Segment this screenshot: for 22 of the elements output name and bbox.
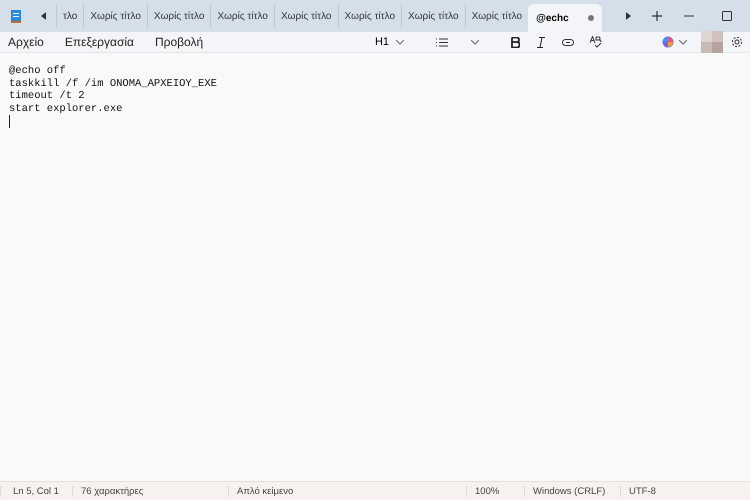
characters-status: 76 χαρακτήρες xyxy=(72,486,228,496)
tab[interactable]: Χωρίς τίτλο xyxy=(83,4,147,28)
code-line: timeout /t 2 xyxy=(9,90,85,102)
menu-item[interactable]: Επεξεργασία xyxy=(64,35,134,49)
code-line: start explorer.exe xyxy=(9,102,122,115)
line-endings-status: Windows (CRLF) xyxy=(524,486,620,496)
tab[interactable]: τλο xyxy=(56,4,84,28)
tab[interactable]: @echc xyxy=(528,4,602,32)
tab[interactable]: Χωρίς τίτλο xyxy=(146,4,210,28)
menu-item[interactable]: Αρχείο xyxy=(8,35,44,49)
tab[interactable]: Χωρίς τίτλο xyxy=(210,4,274,28)
heading-dropdown[interactable]: H1 xyxy=(374,36,420,48)
menu-item[interactable]: Προβολή xyxy=(154,35,204,49)
position-status: Ln 5, Col 1 xyxy=(0,486,72,496)
tab[interactable]: Χωρίς τίτλο xyxy=(401,4,465,28)
tab[interactable]: Χωρίς τίτλο xyxy=(274,4,338,28)
encoding-status: UTF-8 xyxy=(620,486,700,496)
code-line: taskkill /f /im ONOMA_APXEIOY_EXE xyxy=(9,78,217,90)
zoom-status: 100% xyxy=(466,486,524,496)
format-status: Απλό κείμενο xyxy=(228,486,466,496)
code-line: @echo off xyxy=(9,65,66,78)
tab[interactable]: Χωρίς τίτλο xyxy=(338,4,402,28)
